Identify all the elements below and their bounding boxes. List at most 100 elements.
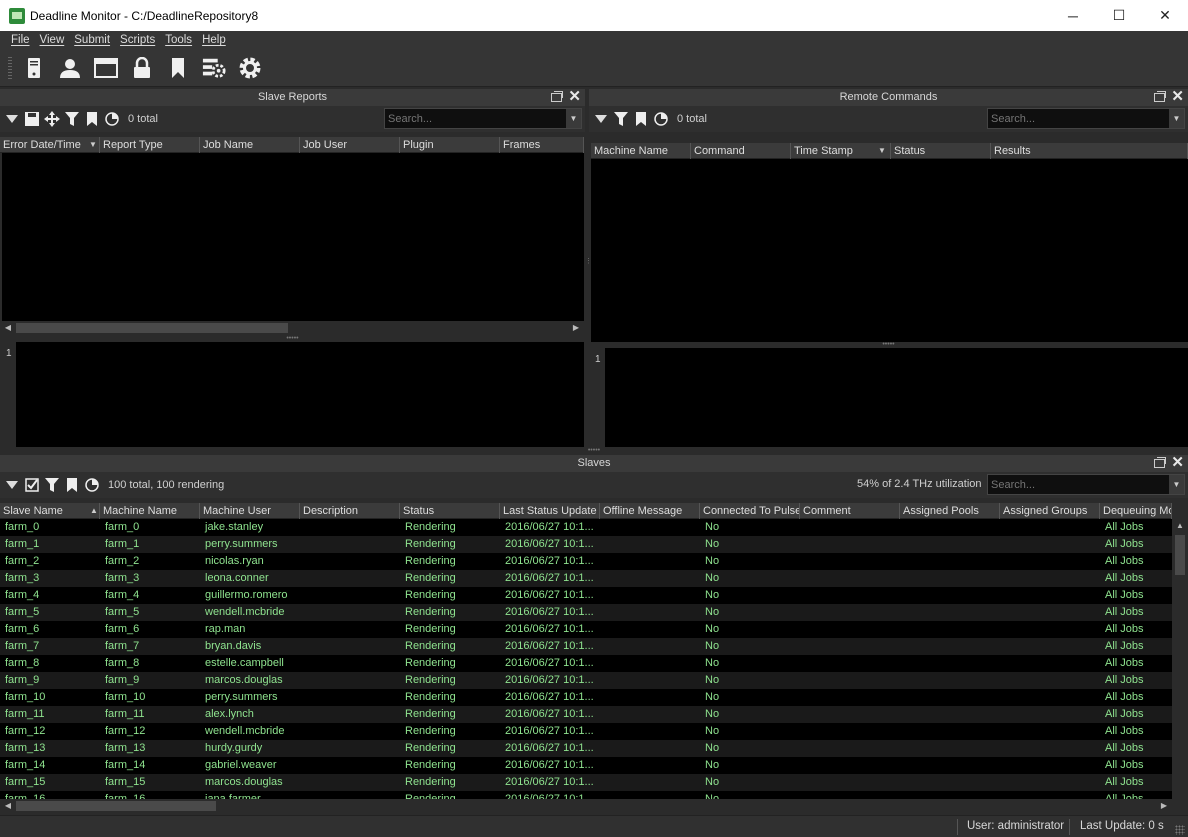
horizontal-scrollbar[interactable]: ◀ ▶ [0,799,1172,813]
menu-file[interactable]: File [11,34,30,46]
settings-panel-icon[interactable] [202,56,226,80]
table-row[interactable]: farm_15 farm_15 marcos.douglas Rendering 201… [0,774,1172,791]
table-row[interactable]: farm_10 farm_10 perry.summers Rendering 2016… [0,689,1172,706]
server-icon[interactable] [22,56,46,80]
scroll-left-icon[interactable]: ◀ [2,321,14,335]
table-row[interactable]: farm_12 farm_12 wendell.mcbride Rendering 20… [0,723,1172,740]
maximize-button[interactable]: ☐ [1096,0,1142,31]
dropdown-arrow-icon[interactable] [593,111,609,127]
table-row[interactable]: farm_13 farm_13 hurdy.gurdy Rendering 2016/0… [0,740,1172,757]
chevron-down-icon[interactable]: ▼ [1169,109,1184,128]
gear-icon[interactable] [238,56,262,80]
menu-view[interactable]: View [40,34,65,46]
slave-reports-search-input[interactable] [385,109,581,128]
scroll-up-icon[interactable]: ▲ [1172,519,1188,533]
table-row[interactable]: farm_3 farm_3 leona.conner Rendering 2016/06… [0,570,1172,587]
table-cell: No [705,555,720,567]
scroll-right-icon[interactable]: ▶ [1158,799,1170,813]
table-row[interactable]: farm_14 farm_14 gabriel.weaver Rendering 201… [0,757,1172,774]
lock-icon[interactable] [130,56,154,80]
splitter-handle[interactable]: ••••• [0,335,585,342]
float-panel-icon[interactable] [1154,91,1167,102]
close-button[interactable]: ✕ [1142,0,1188,31]
command-result-viewer[interactable] [605,348,1188,447]
horizontal-scrollbar[interactable]: ◀ ▶ [2,321,584,335]
slave-reports-table[interactable] [2,153,584,321]
minimize-button[interactable]: ─ [1050,0,1096,31]
table-row[interactable]: farm_11 farm_11 alex.lynch Rendering 2016/06… [0,706,1172,723]
scroll-left-icon[interactable]: ◀ [2,799,14,813]
table-row[interactable]: farm_16 farm_16 jana.farmer Rendering 2016/0… [0,791,1172,799]
remote-commands-search[interactable]: ▼ [987,108,1185,129]
table-cell: farm_1 [5,538,40,550]
bookmark-icon[interactable] [64,477,80,493]
table-row[interactable]: farm_7 farm_7 bryan.davis Rendering 2016/06/… [0,638,1172,655]
vertical-splitter-handle[interactable]: ⋮ [585,258,592,276]
splitter-handle[interactable]: ••••• [589,341,1188,348]
float-panel-icon[interactable] [1154,457,1167,468]
table-cell [600,638,700,655]
column-header[interactable]: Machine Name [591,143,691,159]
table-row[interactable]: farm_4 farm_4 guillermo.romero Rendering 201… [0,587,1172,604]
menu-submit[interactable]: Submit [74,34,110,46]
scroll-thumb[interactable] [1175,535,1185,575]
close-panel-icon[interactable]: ✕ [1171,455,1184,471]
table-row[interactable]: farm_9 farm_9 marcos.douglas Rendering 2016/… [0,672,1172,689]
scroll-right-icon[interactable]: ▶ [570,321,582,335]
table-cell [600,655,700,672]
slaves-search-input[interactable] [988,475,1184,494]
save-icon[interactable] [24,111,40,127]
column-header[interactable]: Time Stamp [791,143,891,159]
column-header[interactable]: Command [691,143,791,159]
scroll-thumb[interactable] [16,801,216,811]
menu-tools[interactable]: Tools [165,34,192,46]
move-icon[interactable] [44,111,60,127]
bookmark-icon[interactable] [633,111,649,127]
bookmark-icon[interactable] [166,56,190,80]
chevron-down-icon[interactable]: ▼ [1169,475,1184,494]
filter-icon[interactable] [613,111,629,127]
table-row[interactable]: farm_2 farm_2 nicolas.ryan Rendering 2016/06… [0,553,1172,570]
table-cell [800,604,900,621]
toolbar-grip[interactable] [8,56,12,79]
vertical-scrollbar[interactable]: ▲ [1172,519,1188,799]
close-panel-icon[interactable]: ✕ [568,89,581,105]
scroll-thumb[interactable] [16,323,288,333]
pie-chart-icon[interactable] [104,111,120,127]
checkbox-icon[interactable] [24,477,40,493]
pie-chart-icon[interactable] [84,477,100,493]
table-cell: 2016/06/27 10:1... [505,623,594,635]
table-cell: 2016/06/27 10:1... [505,759,594,771]
column-header[interactable]: Slave Name [0,503,100,519]
filter-icon[interactable] [64,111,80,127]
table-cell: farm_4 [5,589,40,601]
report-viewer[interactable] [16,342,584,447]
table-row[interactable]: farm_0 farm_0 jake.stanley Rendering 2016/06… [0,519,1172,536]
pie-chart-icon[interactable] [653,111,669,127]
window-icon[interactable] [94,56,118,80]
menu-scripts[interactable]: Scripts [120,34,155,46]
user-icon[interactable] [58,56,82,80]
dropdown-arrow-icon[interactable] [4,477,20,493]
table-cell: Rendering [405,657,456,669]
table-row[interactable]: farm_8 farm_8 estelle.campbell Rendering 201… [0,655,1172,672]
float-panel-icon[interactable] [551,91,564,102]
close-panel-icon[interactable]: ✕ [1171,89,1184,105]
menu-help[interactable]: Help [202,34,226,46]
resize-grip-icon[interactable] [1175,825,1185,835]
dropdown-arrow-icon[interactable] [4,111,20,127]
column-header[interactable]: Error Date/Time [0,137,100,153]
slaves-search[interactable]: ▼ [987,474,1185,495]
remote-commands-table[interactable] [591,159,1188,342]
line-number: 1 [591,348,605,447]
slave-reports-search[interactable]: ▼ [384,108,582,129]
remote-commands-search-input[interactable] [988,109,1184,128]
table-row[interactable]: farm_5 farm_5 wendell.mcbride Rendering 2016… [0,604,1172,621]
table-row[interactable]: farm_6 farm_6 rap.man Rendering 2016/06/27 1… [0,621,1172,638]
splitter-handle[interactable]: ••••• [0,447,1188,454]
table-row[interactable]: farm_1 farm_1 perry.summers Rendering 2016/0… [0,536,1172,553]
bookmark-icon[interactable] [84,111,100,127]
chevron-down-icon[interactable]: ▼ [566,109,581,128]
filter-icon[interactable] [44,477,60,493]
table-cell: farm_7 [5,640,40,652]
